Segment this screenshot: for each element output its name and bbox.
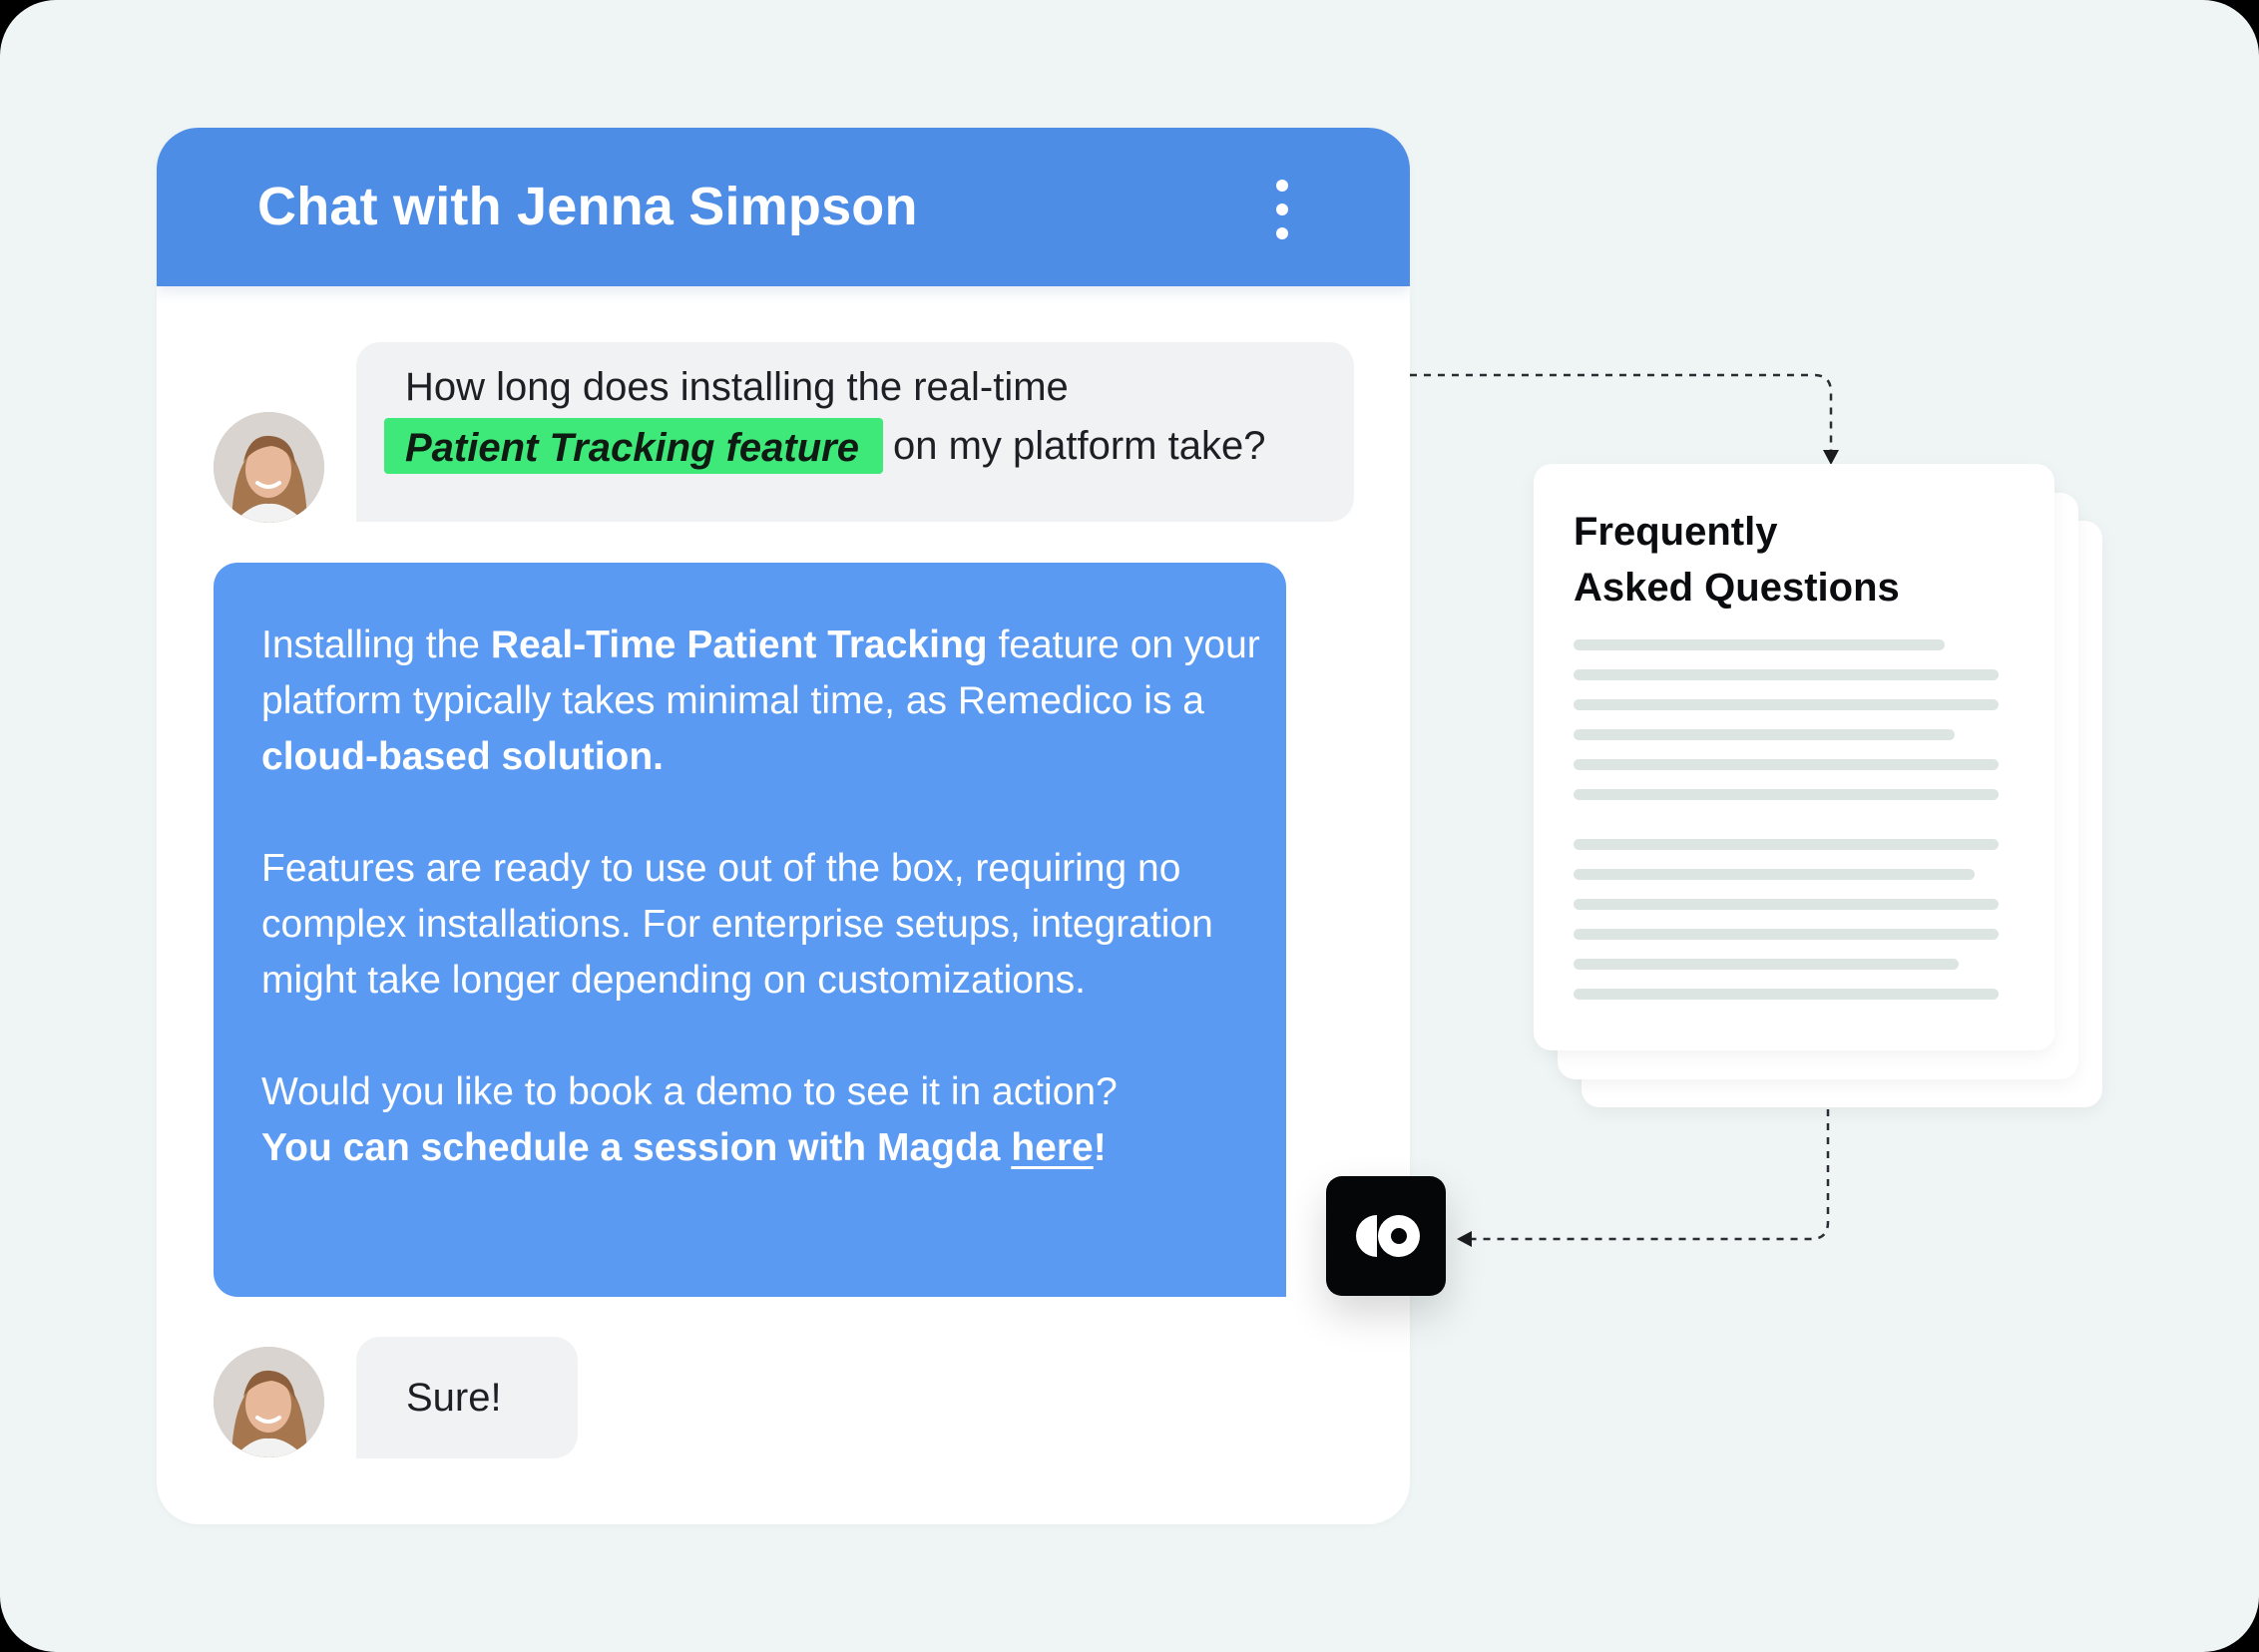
chat-window: Chat with Jenna Simpson How long does in…: [157, 128, 1410, 1524]
faq-text-line: [1574, 869, 1975, 880]
reply-paragraph-3: Would you like to book a demo to see it …: [261, 1064, 1269, 1176]
avatar: [214, 412, 324, 523]
brand-logo-icon: [1326, 1176, 1446, 1296]
more-vertical-icon[interactable]: [1262, 178, 1302, 241]
faq-text-line: [1574, 669, 1999, 680]
faq-text-line: [1574, 989, 1999, 1000]
chat-header: Chat with Jenna Simpson: [157, 128, 1410, 286]
faq-text-line: [1574, 839, 1999, 850]
reply-paragraph-2: Features are ready to use out of the box…: [261, 847, 1213, 1002]
user-message-question: How long does installing the real-time P…: [356, 342, 1354, 522]
reply-bold-text: You can schedule a session with Magda: [261, 1126, 1012, 1169]
chat-title: Chat with Jenna Simpson: [257, 177, 918, 236]
highlighted-keyword: Patient Tracking feature: [384, 418, 883, 474]
question-line-2: Patient Tracking feature on my platform t…: [384, 418, 1265, 482]
reply-text: Would you like to book a demo to see it …: [261, 1070, 1118, 1113]
reply-paragraph-1: Installing the Real-Time Patient Trackin…: [261, 618, 1269, 785]
reply-text: Installing the: [261, 623, 491, 666]
faq-text-line: [1574, 639, 1945, 650]
avatar: [214, 1347, 324, 1457]
question-line-2-rest: on my platform take?: [892, 424, 1266, 468]
faq-title-line-2: Asked Questions: [1574, 566, 1900, 610]
faq-document: Frequently Asked Questions: [1534, 464, 2054, 1050]
faq-text-line: [1574, 789, 1999, 800]
faq-text-line: [1574, 959, 1959, 970]
bot-reply-text: Installing the Real-Time Patient Trackin…: [261, 618, 1269, 1176]
reply-bold-text: Real-Time Patient Tracking: [490, 623, 988, 666]
schedule-link[interactable]: here: [1011, 1126, 1093, 1169]
faq-text-line: [1574, 759, 1999, 770]
faq-text-line: [1574, 699, 1999, 710]
faq-text-line: [1574, 729, 1955, 740]
user-reply-text: Sure!: [406, 1376, 502, 1420]
faq-text-line: [1574, 899, 1999, 910]
reply-bold-text: !: [1093, 1126, 1107, 1169]
faq-text-line: [1574, 929, 1999, 940]
faq-title-line-1: Frequently: [1574, 510, 1778, 554]
reply-bold-text: cloud-based solution.: [261, 735, 665, 778]
canvas: Frequently Asked Questions Chat with Jen…: [0, 0, 2259, 1652]
user-message-reply: Sure!: [356, 1337, 578, 1458]
faq-title: Frequently Asked Questions: [1574, 504, 2013, 616]
bot-message-reply: Installing the Real-Time Patient Trackin…: [214, 563, 1286, 1297]
question-line-1: How long does installing the real-time: [405, 365, 1069, 409]
